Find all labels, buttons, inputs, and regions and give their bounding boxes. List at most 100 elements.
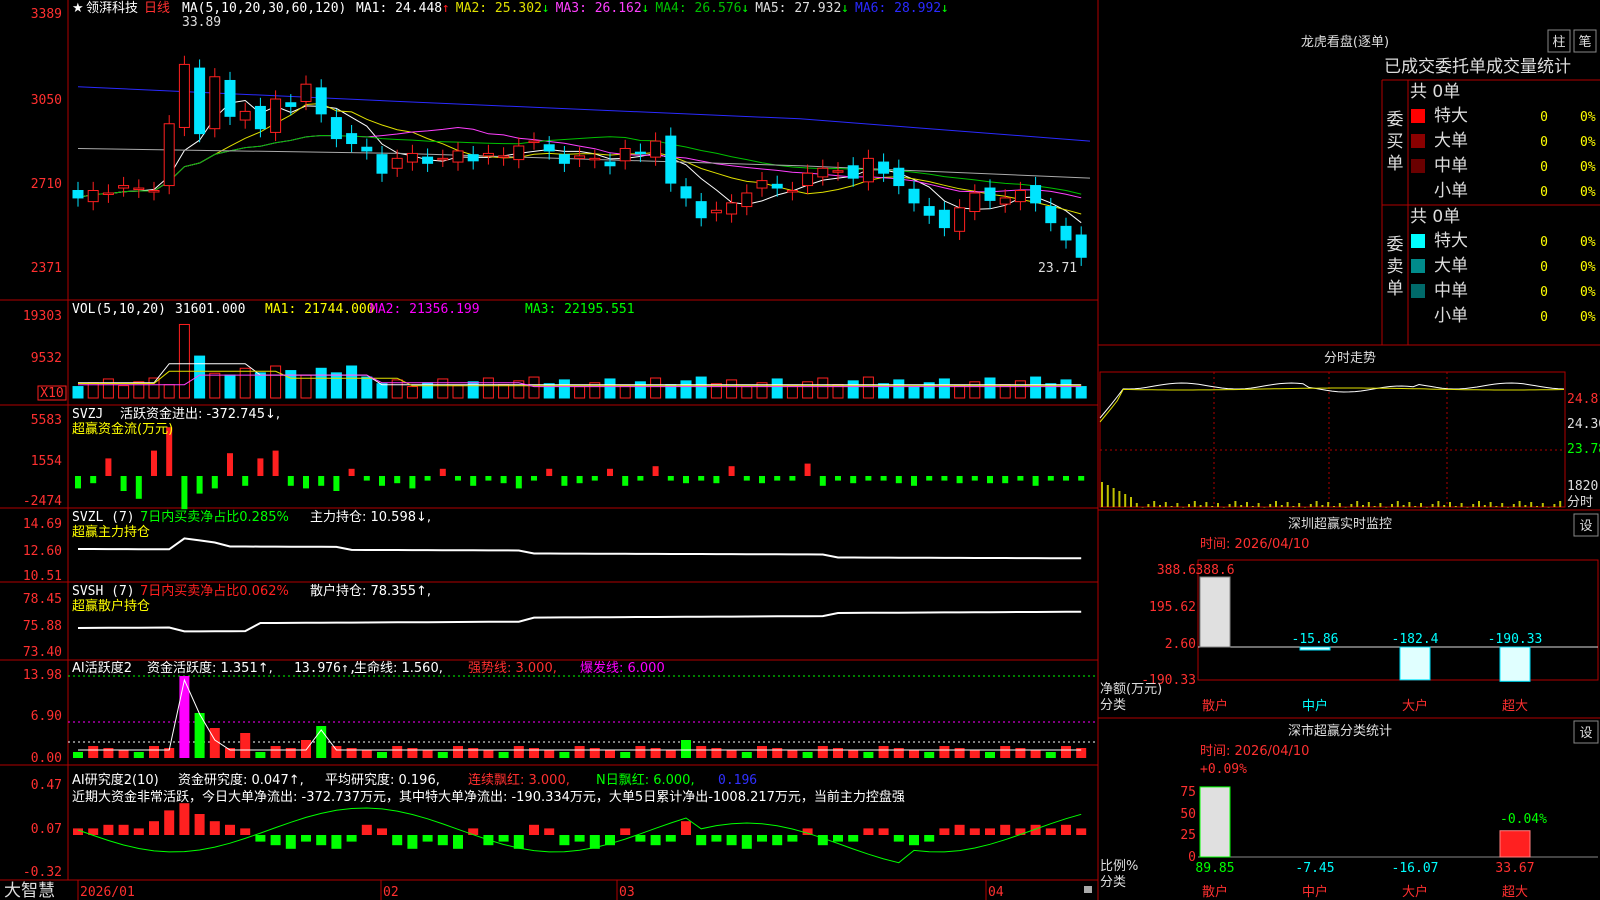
fund-flow-bar xyxy=(561,476,568,486)
intraday-volume-bar xyxy=(1483,505,1486,507)
buy-row-name: 中单 xyxy=(1434,156,1468,176)
y-tick: 0.47 xyxy=(31,778,62,793)
intraday-volume-bar xyxy=(1379,503,1382,507)
volume-bar xyxy=(102,378,114,399)
y-tick: 10.51 xyxy=(23,569,62,584)
fenshi-title: 分时走势 xyxy=(1324,350,1376,366)
fenshi-ytick: 24.30 xyxy=(1567,417,1600,432)
sell-side-label: 委 xyxy=(1387,235,1404,255)
svzj-label: SVZJ xyxy=(72,407,103,422)
research-bar xyxy=(1076,828,1087,835)
y-tick: 19303 xyxy=(23,309,62,324)
volume-bar xyxy=(558,379,570,399)
intraday-volume-bar xyxy=(1286,502,1289,507)
activity-bar xyxy=(939,746,950,758)
intraday-volume-bar xyxy=(1333,506,1335,507)
volume-bar xyxy=(361,376,373,399)
fund-flow-bar xyxy=(424,476,431,481)
ma1-value: MA1: 24.448 xyxy=(356,1,442,16)
vol-label: VOL(5,10,20) xyxy=(72,302,166,317)
stock-terminal-canvas[interactable]: ★ 领湃科技 日线 MA(5,10,20,30,60,120) MA1: 24.448 ↑… xyxy=(0,0,1600,900)
y-tick: 2710 xyxy=(31,177,62,192)
vol-ma1-value: MA1: 21744.000 xyxy=(265,302,375,317)
activity-bar xyxy=(1030,750,1041,758)
volume-bar xyxy=(908,386,920,399)
activity-bar xyxy=(437,752,448,758)
candle-body xyxy=(878,161,890,174)
research-bar xyxy=(741,835,752,849)
candle-body xyxy=(665,135,677,184)
classstat-title: 深市超赢分类统计 xyxy=(1288,723,1392,739)
research-bar xyxy=(772,835,783,846)
intraday-volume-bar xyxy=(1356,501,1359,507)
intraday-volume-bar xyxy=(1211,506,1214,507)
volume-bar xyxy=(1075,386,1087,399)
candle-body xyxy=(817,167,829,178)
candle-body xyxy=(893,167,905,187)
classstat-top-label: +0.09% xyxy=(1200,762,1247,777)
research-bar xyxy=(939,828,950,835)
candle-body xyxy=(452,150,464,163)
ma-arrow: ↓ xyxy=(542,1,550,16)
candle-body xyxy=(330,117,342,140)
monitor-frame xyxy=(1197,559,1599,681)
fund-flow-bar xyxy=(242,476,249,486)
activity-bar xyxy=(665,750,676,758)
activity-bar xyxy=(681,740,691,758)
fund-flow-bar xyxy=(1047,476,1054,481)
candle-body xyxy=(406,152,418,163)
intraday-volume-bar xyxy=(1251,506,1254,507)
intraday-volume-bar xyxy=(1414,506,1417,507)
sell-row-volume: 0 xyxy=(1540,285,1548,300)
classstat-category: 大户 xyxy=(1402,884,1428,900)
research-bar xyxy=(194,814,205,835)
classstat-ytick: 75 xyxy=(1180,785,1196,800)
intraday-volume-bar xyxy=(1547,507,1550,508)
research-bar xyxy=(118,824,129,835)
activity-bar xyxy=(817,746,828,758)
research-bar xyxy=(361,824,372,835)
intraday-volume-bar xyxy=(1141,507,1144,508)
activity-bar xyxy=(361,750,372,758)
intraday-volume-bar xyxy=(1153,501,1156,507)
candle-body xyxy=(87,190,99,203)
candle-body xyxy=(118,185,130,189)
volume-bar xyxy=(695,376,707,399)
dragon-title: 龙虎看盘(逐单) xyxy=(1301,34,1389,50)
intraday-volume-bar xyxy=(1199,505,1202,507)
candle-body xyxy=(437,157,449,161)
activity-bar xyxy=(620,752,631,758)
classstat-top-label: -0.04% xyxy=(1500,812,1547,827)
monitor-category: 散户 xyxy=(1202,698,1228,714)
research-bar xyxy=(149,821,159,835)
monitor-category: 中户 xyxy=(1302,698,1328,714)
classstat-value: 89.85 xyxy=(1195,861,1234,876)
research-bar xyxy=(1000,824,1011,835)
sell-swatch xyxy=(1411,234,1425,248)
fund-flow-bar xyxy=(135,476,142,499)
ai2-nday: N日飘红: 6.000, xyxy=(596,772,695,788)
buy-side-label: 委 xyxy=(1387,110,1404,130)
intraday-volume-bar xyxy=(1437,501,1440,507)
intraday-volume-bar xyxy=(1518,501,1521,507)
activity-bar xyxy=(605,750,615,758)
candle-body xyxy=(315,87,327,115)
candle-body xyxy=(832,170,844,173)
intraday-volume-bar xyxy=(1217,503,1219,507)
intraday-volume-bar xyxy=(1106,485,1109,507)
volume-bar xyxy=(376,383,388,399)
monitor-ytick: 388.6 xyxy=(1157,563,1196,578)
x-axis-label: 04 xyxy=(988,885,1004,900)
intraday-volume-bar xyxy=(1130,497,1132,507)
ai2-consecutive: 连续飘红: 3.000, xyxy=(468,772,570,788)
fund-flow-bar xyxy=(455,476,461,481)
ai1-label: AI活跃度2 xyxy=(72,660,132,676)
fund-flow-bar xyxy=(743,476,750,481)
candle-body xyxy=(954,207,966,232)
svzj-value: 活跃资金进出: -372.745↓, xyxy=(120,406,280,422)
intraday-volume-bar xyxy=(1385,507,1388,508)
y-tick: 78.45 xyxy=(23,592,62,607)
intraday-volume-bar xyxy=(1234,501,1237,507)
research-bar xyxy=(164,810,175,835)
classstat-ytick: 25 xyxy=(1180,828,1196,843)
